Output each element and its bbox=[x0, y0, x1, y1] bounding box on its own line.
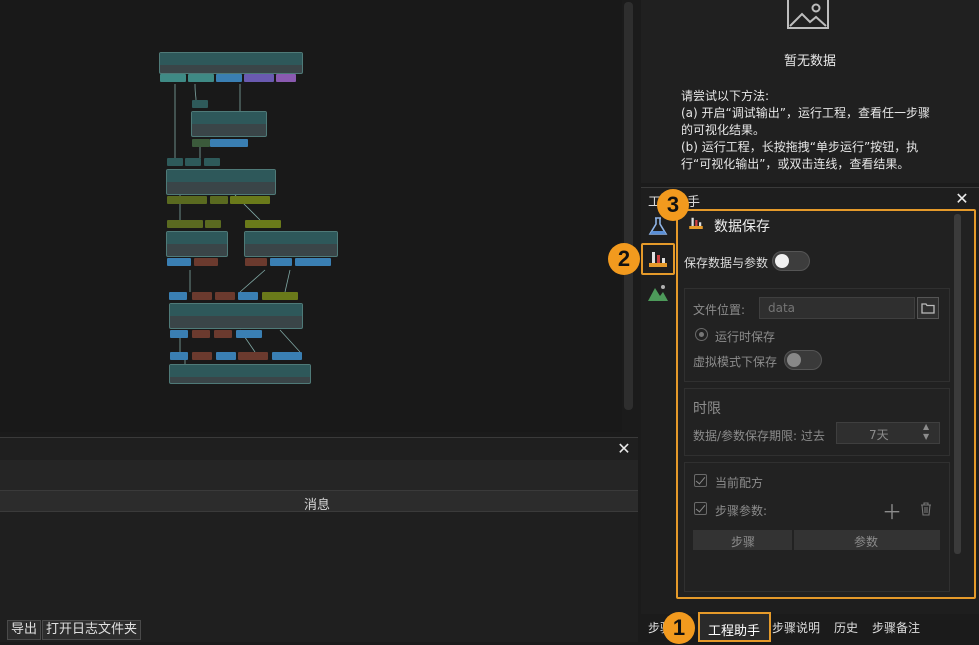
graph-node[interactable] bbox=[166, 231, 228, 257]
open-log-folder-button[interactable]: 打开日志文件夹 bbox=[42, 620, 142, 640]
retention-value: 7天 bbox=[869, 428, 889, 442]
hint-line: 的可视化结果。 bbox=[681, 123, 766, 137]
hint-line: 请尝试以下方法: bbox=[681, 89, 770, 103]
export-button[interactable]: 导出 bbox=[7, 620, 42, 640]
graph-node[interactable] bbox=[244, 231, 338, 257]
retention-label: 数据/参数保存期限: 过去 bbox=[693, 429, 825, 443]
folder-icon bbox=[921, 303, 935, 314]
log-close-icon[interactable]: ✕ bbox=[615, 440, 633, 458]
save-on-run-radio[interactable] bbox=[695, 328, 708, 341]
graph-canvas[interactable] bbox=[0, 0, 622, 432]
trash-icon[interactable] bbox=[918, 501, 934, 517]
graph-node[interactable] bbox=[166, 169, 276, 195]
graph-node[interactable] bbox=[169, 303, 303, 329]
current-recipe-checkbox[interactable] bbox=[694, 474, 707, 487]
image-placeholder-icon bbox=[787, 0, 829, 29]
virtual-mode-toggle[interactable] bbox=[784, 350, 822, 370]
time-limit-title: 时限 bbox=[693, 401, 721, 417]
callout-badge: 2 bbox=[608, 243, 640, 275]
graph-node[interactable] bbox=[191, 111, 267, 137]
message-column-label: 消息 bbox=[304, 498, 331, 513]
data-save-header-icon bbox=[689, 217, 703, 229]
content-scrollbar[interactable] bbox=[954, 214, 961, 554]
retention-spinbox[interactable]: 7天 ▲ ▼ bbox=[836, 422, 940, 444]
save-on-run-label: 运行时保存 bbox=[715, 330, 776, 344]
file-location-label: 文件位置: bbox=[693, 303, 746, 317]
save-toggle-label: 保存数据与参数 bbox=[684, 256, 769, 270]
hint-line: (a) 开启“调试输出”，运行工程，查看任一步骤 bbox=[681, 106, 930, 120]
graph-node[interactable] bbox=[159, 52, 303, 74]
add-icon[interactable]: ＋ bbox=[882, 496, 902, 525]
hint-line: 行“可视化输出”，或双击连线，查看结果。 bbox=[681, 157, 910, 171]
callout-badge: 3 bbox=[657, 189, 689, 221]
tab-history[interactable]: 历史 bbox=[834, 619, 858, 636]
tab-project-assistant[interactable]: 工程助手 bbox=[698, 612, 771, 642]
data-save-icon bbox=[649, 252, 667, 267]
current-recipe-label: 当前配方 bbox=[715, 476, 764, 490]
browse-folder-button[interactable] bbox=[917, 297, 939, 319]
spin-up-icon[interactable]: ▲ bbox=[923, 422, 929, 431]
graph-node[interactable] bbox=[169, 364, 311, 384]
section-title: 数据保存 bbox=[714, 219, 770, 235]
virtual-mode-label: 虚拟模式下保存 bbox=[693, 355, 778, 369]
table-header-param: 参数 bbox=[794, 530, 940, 550]
log-column-header: 消息 bbox=[0, 490, 638, 513]
log-toolbar bbox=[0, 460, 638, 490]
app-window: ✕ 消息 导出 打开日志文件夹 暂无数据 请尝试以下方法: (a) 开启“调试输… bbox=[0, 0, 979, 645]
file-location-input[interactable] bbox=[759, 297, 915, 319]
hint-line: (b) 运行工程，长按拖拽“单步运行”按钮，执 bbox=[681, 140, 919, 154]
save-data-toggle[interactable] bbox=[772, 251, 810, 271]
panel-close-icon[interactable]: ✕ bbox=[953, 190, 971, 208]
callout-badge: 1 bbox=[663, 612, 695, 644]
tab-step-notes[interactable]: 步骤备注 bbox=[872, 619, 920, 636]
table-header-step: 步骤 bbox=[693, 530, 793, 550]
graph-wires bbox=[174, 83, 301, 368]
step-params-checkbox[interactable] bbox=[694, 502, 707, 515]
tab-step-description[interactable]: 步骤说明 bbox=[772, 619, 820, 636]
mountain-icon[interactable] bbox=[646, 281, 670, 305]
step-params-label: 步骤参数: bbox=[715, 504, 768, 518]
canvas-scrollbar[interactable] bbox=[624, 2, 633, 410]
no-data-text: 暂无数据 bbox=[784, 54, 837, 69]
spin-down-icon[interactable]: ▼ bbox=[923, 432, 929, 441]
